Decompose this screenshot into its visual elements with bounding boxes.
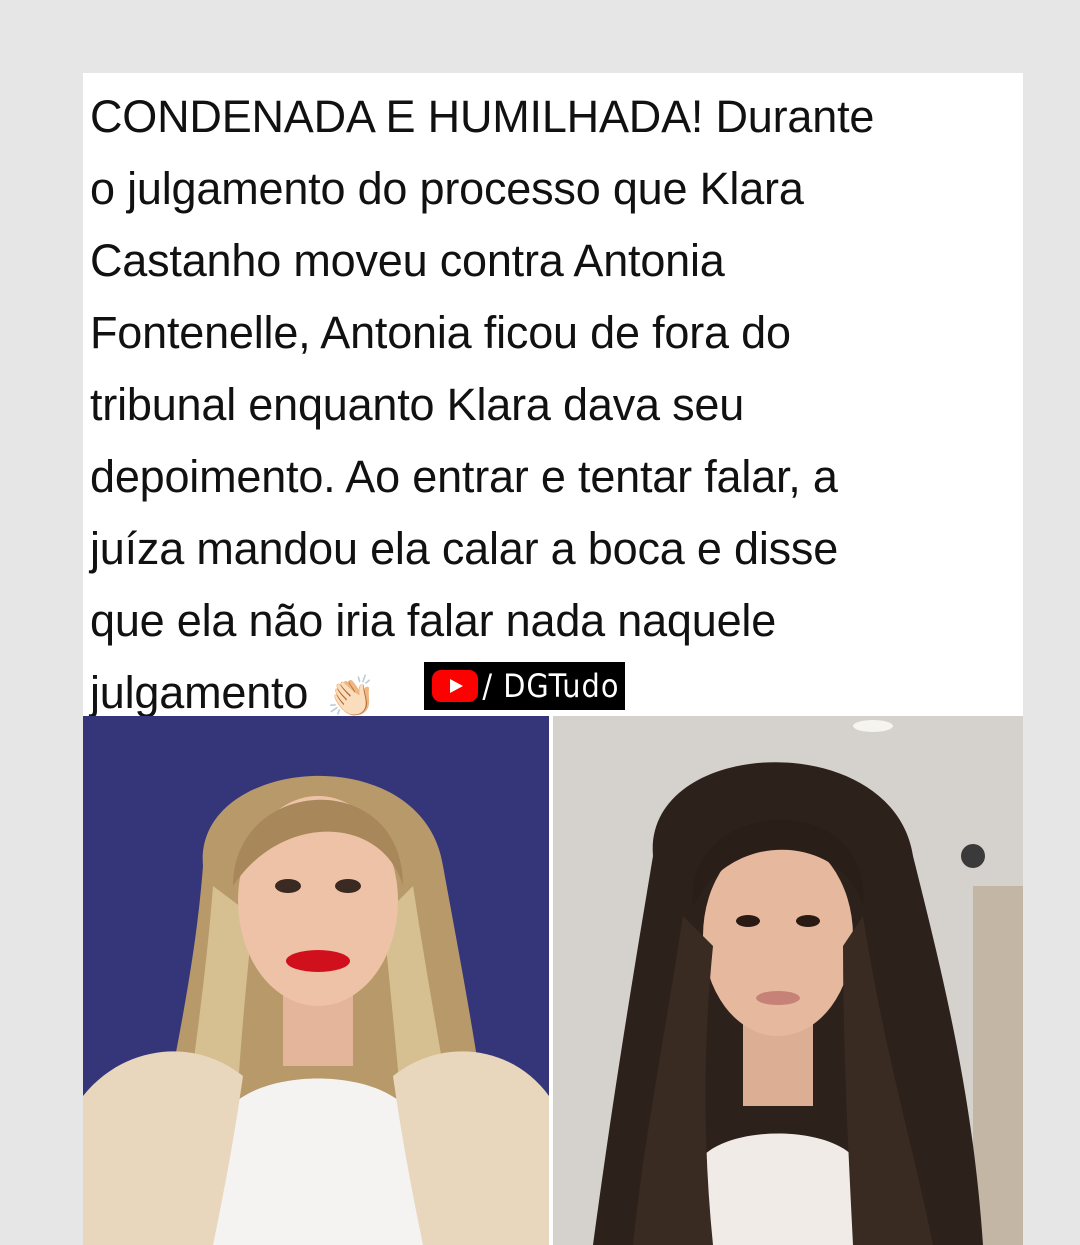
blonde-woman-portrait: [83, 716, 549, 1245]
post-text-line: julgamento: [90, 667, 309, 718]
left-portrait-image: [83, 716, 549, 1245]
right-portrait-image: [553, 716, 1023, 1245]
youtube-logo-icon: [432, 670, 479, 702]
dark-haired-woman-portrait: [553, 716, 1023, 1245]
post-text: CONDENADA E HUMILHADA! Durante o julgame…: [90, 81, 1015, 733]
post-text-line: que ela não iria falar nada naquele: [90, 595, 777, 646]
post-text-line: tribunal enquanto Klara dava seu: [90, 379, 745, 430]
post-card: CONDENADA E HUMILHADA! Durante o julgame…: [83, 73, 1023, 1245]
post-text-line: juíza mandou ela calar a boca e disse: [90, 523, 839, 574]
post-text-line: o julgamento do processo que Klara: [90, 163, 804, 214]
post-text-line: Fontenelle, Antonia ficou de fora do: [90, 307, 791, 358]
post-text-line: CONDENADA E HUMILHADA! Durante: [90, 91, 875, 142]
channel-name: / DGTudo: [482, 667, 620, 705]
photo-collage: [83, 716, 1023, 1245]
channel-watermark: / DGTudo: [424, 662, 626, 710]
post-text-line: depoimento. Ao entrar e tentar falar, a: [90, 451, 838, 502]
post-text-line: Castanho moveu contra Antonia: [90, 235, 725, 286]
